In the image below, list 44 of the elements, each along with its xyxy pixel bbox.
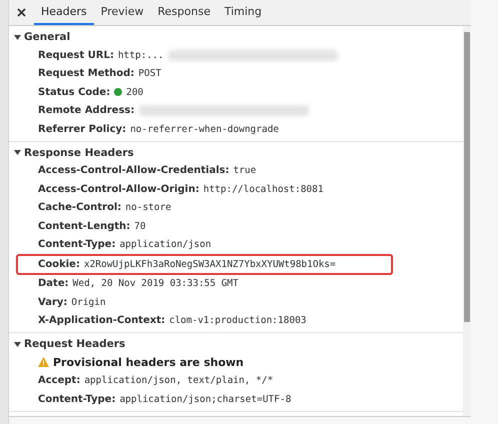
header-value: true xyxy=(233,165,256,176)
header-value: http://localhost:8081 xyxy=(203,184,324,195)
header-value: clom-v1:production:18003 xyxy=(169,315,306,326)
header-name: Date: xyxy=(38,278,69,290)
header-name: Request URL: xyxy=(38,50,114,61)
header-value: POST xyxy=(138,68,162,80)
header-value: no-store xyxy=(125,202,172,214)
header-name: Access-Control-Allow-Credentials: xyxy=(38,165,230,176)
triangle-icon[interactable] xyxy=(14,149,21,156)
scrollbar[interactable] xyxy=(463,26,471,416)
header-value: no-referrer-when-downgrade xyxy=(130,124,279,135)
header-name: Content-Type: xyxy=(38,394,116,405)
header-name: Content-Length: xyxy=(38,220,130,232)
header-value: application/json;charset=UTF-8 xyxy=(120,394,292,405)
header-value: http:... xyxy=(118,50,164,61)
header-name: Accept: xyxy=(38,375,80,386)
header-name: Access-Control-Allow-Origin: xyxy=(38,184,200,195)
header-value: x2RowUjpLKFh3aRoNegSW3AX1NZ7YbxXYUWt98b1Oks= xyxy=(84,258,336,270)
warning-icon xyxy=(38,357,49,368)
header-name: Request Method: xyxy=(38,68,134,80)
header-name: Remote Address: xyxy=(38,105,134,116)
warning-text: Provisional headers are shown xyxy=(53,356,244,369)
header-name: Status Code: xyxy=(38,86,110,98)
header-value: 70 xyxy=(134,220,146,232)
header-name: Cache-Control: xyxy=(38,202,122,214)
triangle-icon[interactable] xyxy=(14,340,21,348)
header-name: Cookie: xyxy=(38,258,80,270)
header-value: application/json, text/plain, */* xyxy=(84,375,274,386)
tab[interactable]: Timing xyxy=(217,0,269,25)
header-name: Referrer Policy: xyxy=(38,124,126,135)
section-title[interactable]: Response Headers xyxy=(24,146,134,158)
header-value: application/json xyxy=(120,239,212,250)
header-name: Vary: xyxy=(38,296,68,308)
header-name: X-Application-Context: xyxy=(38,315,166,326)
triangle-icon[interactable] xyxy=(14,34,21,40)
header-value: 200 xyxy=(126,86,144,98)
header-value: Wed, 20 Nov 2019 03:33:55 GMT xyxy=(72,278,238,290)
section-title[interactable]: General xyxy=(24,31,70,43)
tab[interactable]: Preview xyxy=(94,0,151,25)
section-title[interactable]: Request Headers xyxy=(24,338,126,350)
scroll-thumb[interactable] xyxy=(464,32,470,322)
header-value: Origin xyxy=(71,296,106,308)
header-name: Content-Type: xyxy=(38,239,116,250)
tab[interactable]: Response xyxy=(150,0,218,25)
